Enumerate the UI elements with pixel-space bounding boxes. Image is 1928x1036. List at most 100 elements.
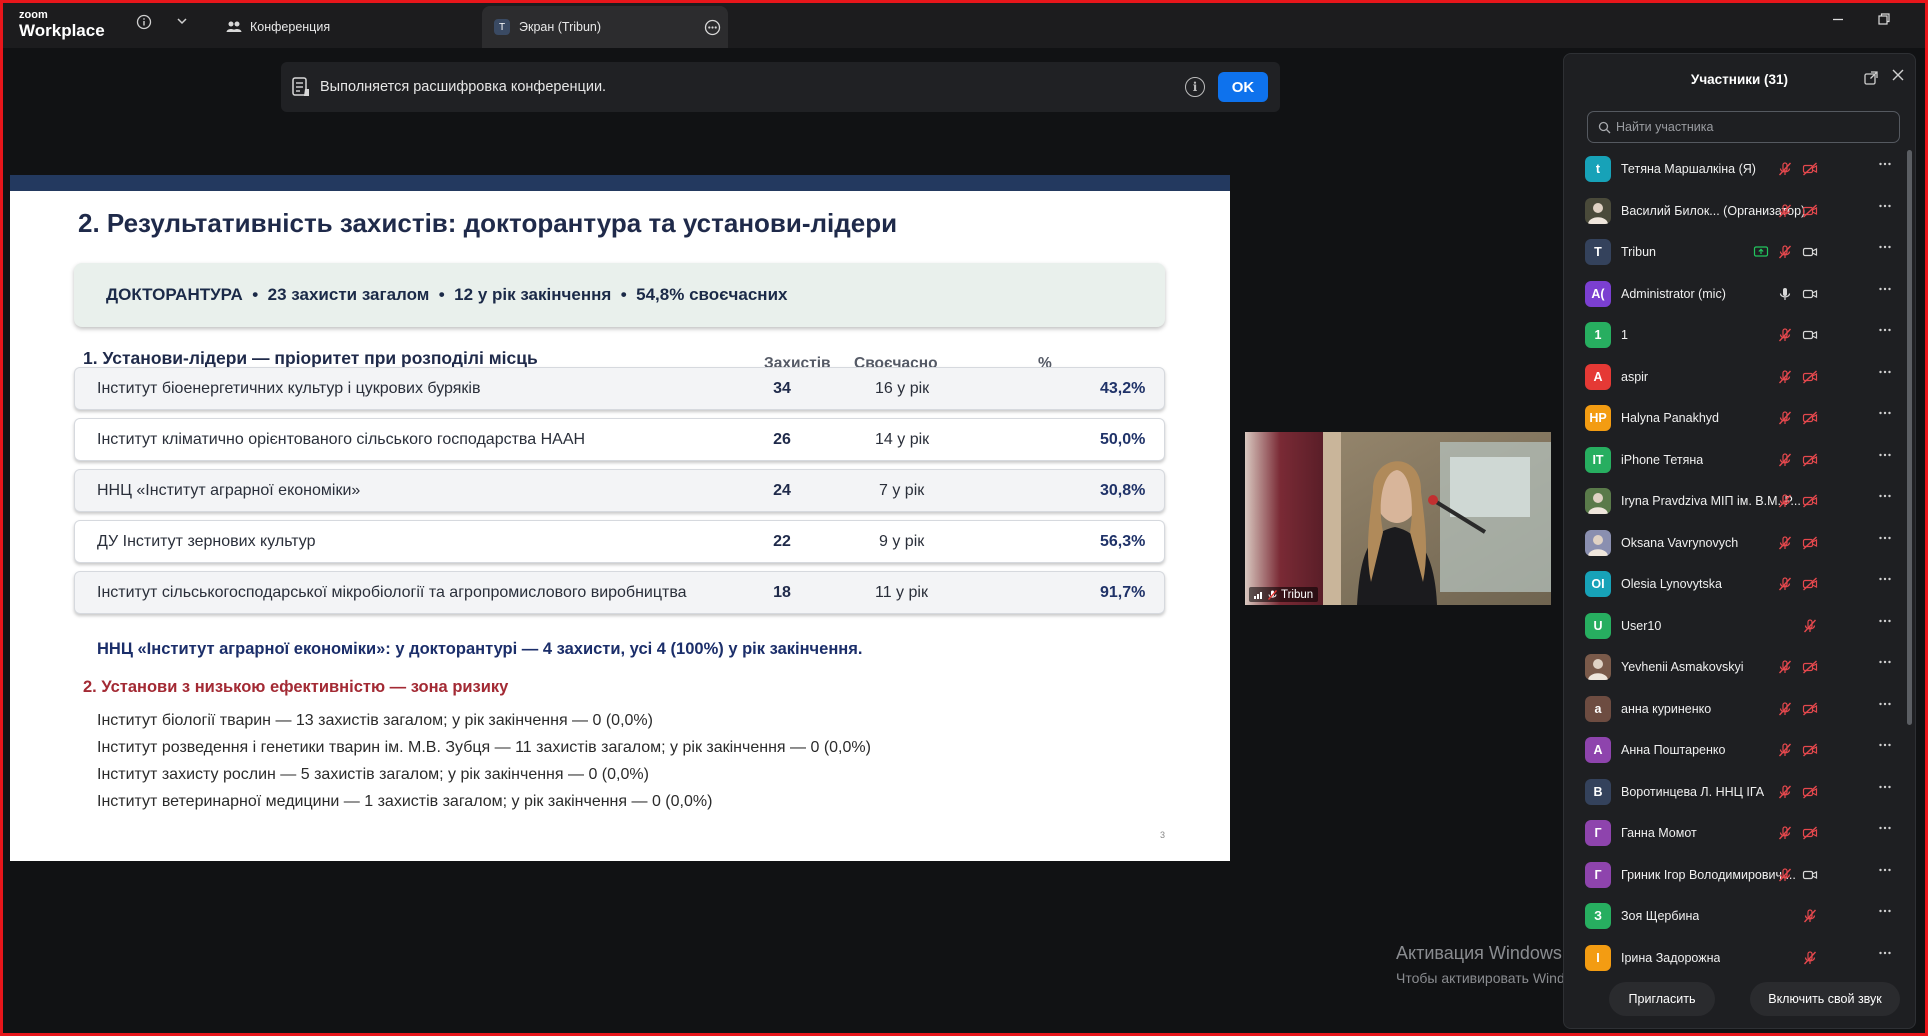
- chevron-down-icon[interactable]: [176, 14, 188, 31]
- video-icon[interactable]: [1802, 244, 1818, 260]
- more-options-icon[interactable]: [1878, 903, 1892, 923]
- avatar: A: [1585, 363, 1611, 390]
- video-off-icon[interactable]: [1802, 493, 1818, 509]
- participant-row[interactable]: В Воротинцева Л. ННЦ ІГА: [1564, 771, 1915, 812]
- more-options-icon[interactable]: [1878, 696, 1892, 716]
- mic-muted-icon[interactable]: [1777, 203, 1793, 219]
- mic-icon[interactable]: [1777, 286, 1793, 302]
- mic-muted-icon[interactable]: [1777, 535, 1793, 551]
- row-percent: 43,2%: [1100, 380, 1146, 397]
- more-options-icon[interactable]: [1878, 945, 1892, 965]
- info-icon[interactable]: i: [1185, 77, 1205, 97]
- participant-row[interactable]: U User10: [1564, 605, 1915, 646]
- video-off-icon[interactable]: [1802, 203, 1818, 219]
- mic-muted-icon[interactable]: [1802, 950, 1818, 966]
- video-off-icon[interactable]: [1802, 452, 1818, 468]
- participant-row[interactable]: Yevhenii Asmakovskyi: [1564, 646, 1915, 687]
- table-row: Інститут кліматично орієнтованого сільсь…: [74, 418, 1165, 461]
- mic-muted-icon[interactable]: [1777, 825, 1793, 841]
- more-options-icon[interactable]: [1878, 654, 1892, 674]
- video-off-icon[interactable]: [1802, 410, 1818, 426]
- mic-muted-icon[interactable]: [1777, 410, 1793, 426]
- participant-row[interactable]: OI Olesia Lynovytska: [1564, 563, 1915, 604]
- more-options-icon[interactable]: [1878, 364, 1892, 384]
- participant-row[interactable]: A(Administrator (mic): [1564, 273, 1915, 314]
- participant-row[interactable]: Iryna Pravdziva МІП ім. В.М. Р...: [1564, 480, 1915, 521]
- tab-screen-share[interactable]: T Экран (Tribun): [482, 6, 728, 48]
- avatar: OI: [1585, 571, 1611, 597]
- participant-row[interactable]: IT iPhone Тетяна: [1564, 439, 1915, 480]
- mic-muted-icon[interactable]: [1777, 867, 1793, 883]
- tab-conference[interactable]: Конференция: [212, 6, 482, 48]
- avatar: T: [1585, 239, 1611, 265]
- participant-list-scrollbar[interactable]: [1907, 150, 1912, 725]
- mic-muted-icon[interactable]: [1802, 618, 1818, 634]
- participant-row[interactable]: З Зоя Щербина: [1564, 895, 1915, 936]
- more-options-icon[interactable]: [704, 19, 721, 36]
- video-off-icon[interactable]: [1802, 784, 1818, 800]
- video-off-icon[interactable]: [1802, 369, 1818, 385]
- mic-muted-icon[interactable]: [1777, 161, 1793, 177]
- more-options-icon[interactable]: [1878, 322, 1892, 342]
- more-options-icon[interactable]: [1878, 530, 1892, 550]
- participant-row[interactable]: T Tribun: [1564, 231, 1915, 272]
- participant-row[interactable]: 11: [1564, 314, 1915, 355]
- pop-out-icon[interactable]: [1864, 71, 1878, 90]
- more-options-icon[interactable]: [1878, 198, 1892, 218]
- more-options-icon[interactable]: [1878, 571, 1892, 591]
- video-off-icon[interactable]: [1802, 161, 1818, 177]
- video-icon[interactable]: [1802, 867, 1818, 883]
- video-off-icon[interactable]: [1802, 659, 1818, 675]
- participant-row[interactable]: а анна куриненко: [1564, 688, 1915, 729]
- more-options-icon[interactable]: [1878, 405, 1892, 425]
- video-icon[interactable]: [1802, 327, 1818, 343]
- mic-muted-icon[interactable]: [1777, 493, 1793, 509]
- video-tile[interactable]: Tribun: [1245, 432, 1551, 605]
- meeting-info-icon[interactable]: [136, 14, 152, 34]
- mic-muted-icon[interactable]: [1777, 452, 1793, 468]
- more-options-icon[interactable]: [1878, 862, 1892, 882]
- invite-button[interactable]: Пригласить: [1609, 982, 1715, 1016]
- unmute-self-button[interactable]: Включить свой звук: [1750, 982, 1900, 1016]
- mic-muted-icon[interactable]: [1802, 908, 1818, 924]
- more-options-icon[interactable]: [1878, 820, 1892, 840]
- mic-muted-icon[interactable]: [1777, 742, 1793, 758]
- participant-row[interactable]: І Ірина Задорожна: [1564, 937, 1915, 978]
- video-icon[interactable]: [1802, 286, 1818, 302]
- participant-search-input[interactable]: Найти участника: [1587, 111, 1900, 143]
- video-off-icon[interactable]: [1802, 742, 1818, 758]
- participant-row[interactable]: Г Гриник Ігор Володимирович ...: [1564, 854, 1915, 895]
- more-options-icon[interactable]: [1878, 737, 1892, 757]
- video-off-icon[interactable]: [1802, 535, 1818, 551]
- participant-row[interactable]: А Анна Поштаренко: [1564, 729, 1915, 770]
- participant-row[interactable]: Aaspir: [1564, 356, 1915, 397]
- more-options-icon[interactable]: [1878, 447, 1892, 467]
- mic-muted-icon[interactable]: [1777, 576, 1793, 592]
- mic-muted-icon[interactable]: [1777, 659, 1793, 675]
- restore-icon[interactable]: [1869, 10, 1899, 31]
- mic-muted-icon[interactable]: [1777, 369, 1793, 385]
- mic-muted-icon[interactable]: [1777, 244, 1793, 260]
- ok-button[interactable]: OK: [1218, 72, 1268, 102]
- participant-row[interactable]: Василий Билок... (Организатор): [1564, 190, 1915, 231]
- video-off-icon[interactable]: [1802, 825, 1818, 841]
- close-panel-icon[interactable]: [1891, 67, 1905, 87]
- participant-row[interactable]: Oksana Vavrynovych: [1564, 522, 1915, 563]
- more-options-icon[interactable]: [1878, 613, 1892, 633]
- mic-muted-icon[interactable]: [1777, 327, 1793, 343]
- participant-name: Oksana Vavrynovych: [1621, 535, 1739, 550]
- video-off-icon[interactable]: [1802, 701, 1818, 717]
- participant-row[interactable]: HP Halyna Panakhyd: [1564, 397, 1915, 438]
- more-options-icon[interactable]: [1878, 281, 1892, 301]
- more-options-icon[interactable]: [1878, 239, 1892, 259]
- video-off-icon[interactable]: [1802, 576, 1818, 592]
- participant-row[interactable]: t Тетяна Маршалкіна (Я): [1564, 148, 1915, 189]
- participant-row[interactable]: Г Ганна Момот: [1564, 812, 1915, 853]
- mic-muted-icon[interactable]: [1777, 701, 1793, 717]
- close-window-icon[interactable]: [1916, 10, 1928, 31]
- mic-muted-icon[interactable]: [1777, 784, 1793, 800]
- more-options-icon[interactable]: [1878, 779, 1892, 799]
- more-options-icon[interactable]: [1878, 156, 1892, 176]
- minimize-icon[interactable]: [1823, 10, 1853, 31]
- more-options-icon[interactable]: [1878, 488, 1892, 508]
